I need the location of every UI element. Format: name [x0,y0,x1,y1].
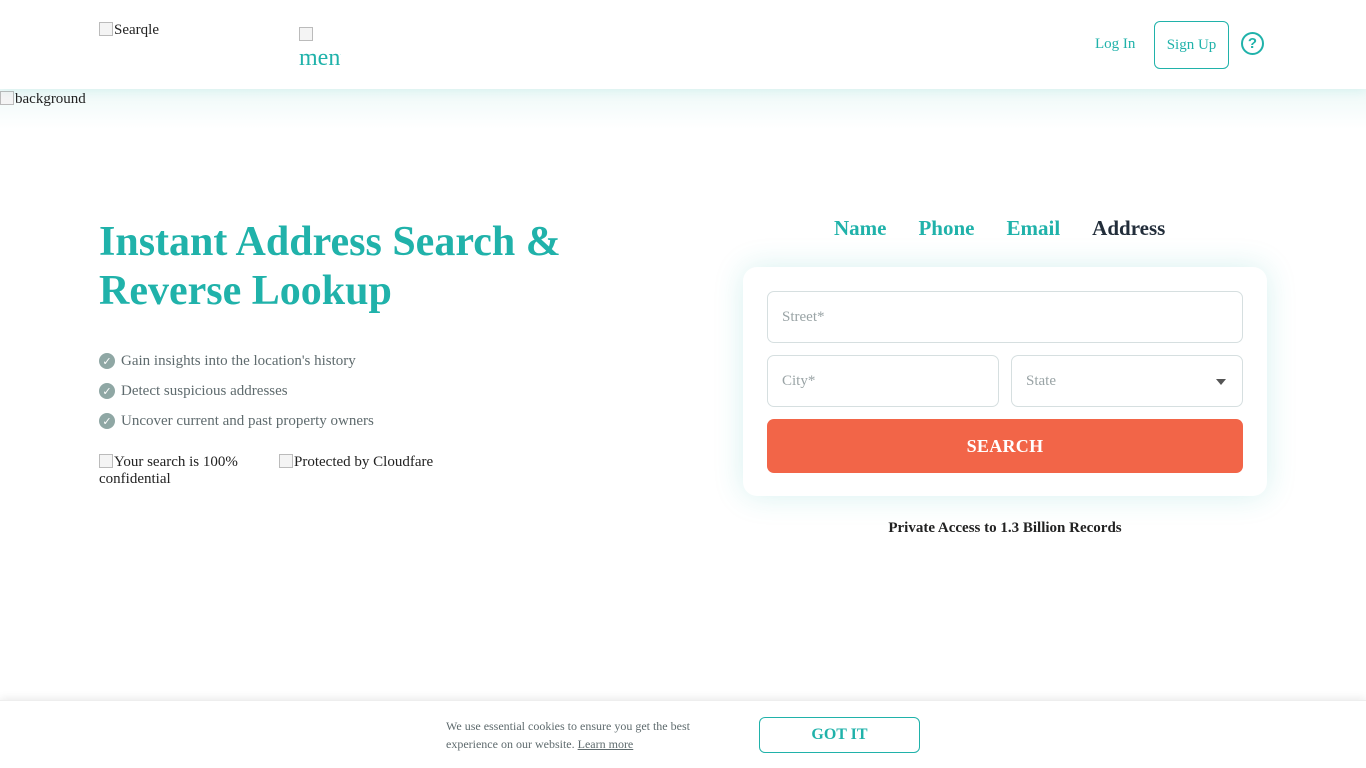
feature-text: Gain insights into the location's histor… [121,352,356,369]
chevron-down-icon [1216,379,1226,385]
state-select-value: State [1026,372,1056,389]
tab-address[interactable]: Address [1092,216,1165,241]
background-image: background [0,91,86,107]
records-caption: Private Access to 1.3 Billion Records [888,520,1122,536]
tab-email[interactable]: Email [1007,216,1061,241]
learn-more-link[interactable]: Learn more [578,737,634,751]
city-input[interactable]: City* [767,355,999,407]
cloudflare-badge: Protected by Cloudfare [279,454,439,484]
feature-list: ✓ Gain insights into the location's histo… [99,346,374,436]
check-icon: ✓ [99,383,115,399]
logo-image[interactable]: Searqle [99,22,159,38]
broken-image-icon [99,22,113,36]
check-icon: ✓ [99,413,115,429]
got-it-button[interactable]: GOT IT [759,717,920,753]
title-line-1: Instant Address Search & [99,219,561,265]
page-title: Instant Address Search & Reverse Lookup [99,218,619,316]
feature-text: Uncover current and past property owners [121,412,374,429]
menu-image[interactable]: menu [299,26,341,68]
street-input[interactable]: Street* [767,291,1243,343]
broken-image-icon [99,454,113,468]
background-alt-text: background [15,91,86,107]
feature-item: ✓ Gain insights into the location's histo… [99,346,374,376]
cookie-message: We use essential cookies to ensure you g… [446,719,690,751]
background-band [0,89,1366,129]
cloudflare-badge-text: Protected by Cloudfare [294,454,434,470]
login-link[interactable]: Log In [1095,36,1135,53]
logo-alt-text: Searqle [114,22,159,38]
cookie-text: We use essential cookies to ensure you g… [446,717,706,753]
feature-item: ✓ Uncover current and past property owner… [99,406,374,436]
confidential-badge-text: Your search is 100% confidential [99,454,238,484]
site-header: Searqle menu Log In Sign Up ? [0,0,1366,89]
menu-alt-text: menu [299,45,341,68]
broken-image-icon [299,27,313,41]
cookie-banner: We use essential cookies to ensure you g… [0,700,1366,768]
title-line-2: Reverse Lookup [99,268,392,314]
search-tabs: Name Phone Email Address [818,216,1181,241]
search-button[interactable]: SEARCH [767,419,1243,473]
tab-name[interactable]: Name [834,216,886,241]
broken-image-icon [279,454,293,468]
broken-image-icon [0,91,14,105]
help-icon[interactable]: ? [1241,32,1264,55]
tab-phone[interactable]: Phone [918,216,974,241]
search-card: Street* City* State SEARCH [743,267,1267,496]
check-icon: ✓ [99,353,115,369]
signup-button[interactable]: Sign Up [1154,21,1229,69]
feature-item: ✓ Detect suspicious addresses [99,376,374,406]
state-select[interactable]: State [1011,355,1243,407]
confidential-badge: Your search is 100% confidential [99,454,259,484]
feature-text: Detect suspicious addresses [121,382,288,399]
